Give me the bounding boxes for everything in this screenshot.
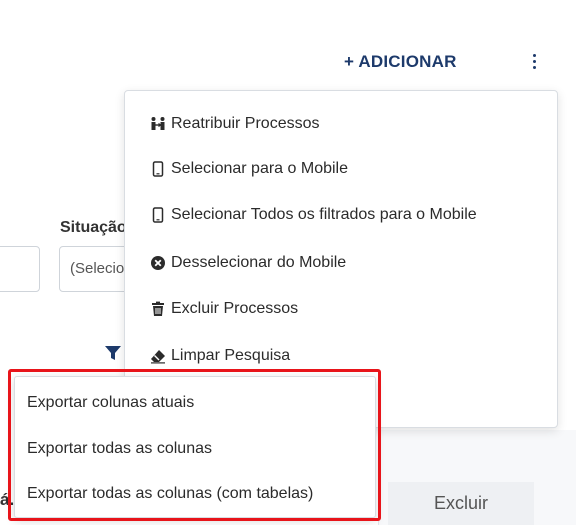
eraser-icon [149,347,167,365]
menu-item-excluir-processos[interactable]: Excluir Processos [149,297,298,321]
menu-item-selecionar-todos-mobile[interactable]: Selecionar Todos os filtrados para o Mob… [149,203,477,227]
filter-icon[interactable] [104,344,122,362]
menu-item-label: Selecionar Todos os filtrados para o Mob… [171,206,477,223]
trash-icon [149,300,167,318]
menu-item-reatribuir-processos[interactable]: Reatribuir Processos [149,112,320,136]
menu-item-label: Desselecionar do Mobile [171,254,347,271]
add-button[interactable]: + ADICIONAR [344,52,457,72]
mobile-icon [149,206,167,224]
export-dropdown-menu: Exportar colunas atuais Exportar todas a… [14,376,376,518]
menu-item-desselecionar-mobile[interactable]: Desselecionar do Mobile [149,251,346,275]
menu-item-label: Limpar Pesquisa [171,347,291,364]
situacao-label: Situação [60,219,127,236]
menu-item-exportar-todas-colunas-tabelas[interactable]: Exportar todas as colunas (com tabelas) [27,485,313,503]
excluir-column-header[interactable]: Excluir [388,482,534,525]
menu-item-exportar-colunas-atuais[interactable]: Exportar colunas atuais [27,394,194,412]
menu-item-label: Reatribuir Processos [171,115,320,132]
circle-x-icon [149,254,167,272]
mobile-icon [149,160,167,178]
menu-item-selecionar-mobile[interactable]: Selecionar para o Mobile [149,157,348,181]
menu-item-limpar-pesquisa[interactable]: Limpar Pesquisa [149,344,290,368]
people-swap-icon [149,115,167,133]
menu-item-label: Excluir Processos [171,300,299,317]
menu-item-exportar-todas-colunas[interactable]: Exportar todas as colunas [27,440,212,458]
table-cell-text: á. [0,490,15,509]
filter-input[interactable] [0,246,40,292]
menu-item-label: Selecionar para o Mobile [171,160,348,177]
more-options-icon[interactable] [528,54,540,72]
